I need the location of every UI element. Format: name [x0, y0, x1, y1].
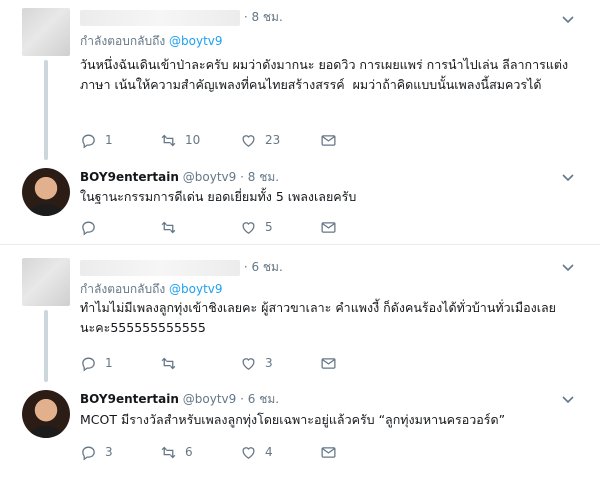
tweet-header: · 6 ชม. — [80, 258, 283, 277]
tweet-text: ในฐานะกรรมการดีเด่น ยอดเยี่ยมทั้ง 5 เพลง… — [80, 189, 357, 204]
like-count: 5 — [265, 220, 273, 234]
tweet-actions: 5 — [80, 217, 420, 237]
chevron-down-icon[interactable] — [562, 174, 574, 184]
thread-line — [44, 310, 48, 382]
retweet-button[interactable] — [160, 217, 185, 237]
author-handle[interactable]: @boytv9 — [183, 392, 237, 406]
envelope-icon — [321, 221, 336, 233]
replying-to: กำลังตอบกลับถึง @boytv9 — [80, 32, 223, 51]
heart-icon — [242, 357, 255, 370]
author-name-blurred[interactable] — [80, 9, 240, 26]
tweet-answer-2[interactable]: BOY9entertain @boytv9 · 6 ชม. MCOT มีราง… — [0, 382, 600, 477]
author-name[interactable]: BOY9entertain — [80, 392, 179, 406]
reply-icon — [82, 134, 95, 149]
tweet-text: วันหนึ่งฉันเดินเข้าป่าละครับ ผมว่าดังมาก… — [80, 57, 569, 92]
tweet-actions: 3 6 4 — [80, 442, 420, 462]
mention-link[interactable]: @boytv9 — [169, 34, 223, 48]
reply-icon — [82, 221, 95, 236]
author-handle[interactable]: @boytv9 — [183, 170, 237, 184]
like-count: 3 — [265, 356, 273, 370]
replying-prefix: กำลังตอบกลับถึง — [80, 34, 166, 48]
heart-icon — [242, 221, 255, 234]
tweet-header: · 8 ชม. — [80, 8, 283, 27]
reply-button[interactable]: 3 — [80, 442, 113, 462]
tweet-actions: 1 10 23 — [80, 130, 420, 150]
avatar-boy9entertain[interactable] — [22, 168, 70, 216]
dm-button[interactable] — [320, 442, 337, 462]
avatar-boy9entertain[interactable] — [22, 390, 70, 438]
like-count: 4 — [265, 445, 273, 459]
chevron-down-icon[interactable] — [562, 16, 574, 26]
heart-icon — [242, 446, 255, 459]
dm-button[interactable] — [320, 130, 337, 150]
envelope-icon — [321, 446, 336, 458]
retweet-count: 10 — [185, 133, 201, 147]
replying-prefix: กำลังตอบกลับถึง — [80, 282, 166, 296]
timestamp[interactable]: · 6 ชม. — [244, 260, 283, 274]
thread-line — [44, 60, 48, 160]
reply-count: 1 — [105, 133, 113, 147]
timestamp[interactable]: · 6 ชม. — [240, 392, 279, 406]
timestamp[interactable]: · 8 ชม. — [244, 10, 283, 24]
tweet-header: BOY9entertain @boytv9 · 8 ชม. — [80, 168, 279, 187]
retweet-icon — [161, 357, 176, 369]
avatar-blurred[interactable] — [22, 8, 70, 56]
envelope-icon — [321, 357, 336, 369]
author-name-blurred[interactable] — [80, 259, 240, 276]
tweet-actions: 1 3 — [80, 353, 420, 373]
tweet-reply-2[interactable]: · 6 ชม. กำลังตอบกลับถึง @boytv9 ทำไมไม่ม… — [0, 250, 600, 382]
like-button[interactable]: 4 — [240, 442, 273, 462]
reply-count: 1 — [105, 356, 113, 370]
replying-to: กำลังตอบกลับถึง @boytv9 — [80, 280, 223, 299]
dm-button[interactable] — [320, 353, 337, 373]
author-name[interactable]: BOY9entertain — [80, 170, 179, 184]
tweet-text: ทำไมไม่มีเพลงลูกทุ่งเข้าชิงเลยคะ ผู้สาวข… — [80, 300, 557, 335]
tweet-reply-1[interactable]: · 8 ชม. กำลังตอบกลับถึง @boytv9 วันหนึ่ง… — [0, 0, 600, 160]
retweet-count: 6 — [185, 445, 193, 459]
heart-icon — [242, 134, 255, 147]
chevron-down-icon[interactable] — [562, 264, 574, 274]
reply-icon — [82, 446, 95, 461]
mention-link[interactable]: @boytv9 — [169, 282, 223, 296]
divider — [0, 244, 600, 245]
reply-icon — [82, 357, 95, 372]
avatar-blurred[interactable] — [22, 258, 70, 306]
like-button[interactable]: 23 — [240, 130, 280, 150]
reply-button[interactable]: 1 — [80, 130, 113, 150]
tweet-answer-1[interactable]: BOY9entertain @boytv9 · 8 ชม. ในฐานะกรรม… — [0, 160, 600, 244]
envelope-icon — [321, 134, 336, 146]
retweet-icon — [161, 134, 176, 146]
retweet-icon — [161, 221, 176, 233]
retweet-button[interactable]: 10 — [160, 130, 200, 150]
tweet-header: BOY9entertain @boytv9 · 6 ชม. — [80, 390, 279, 409]
retweet-icon — [161, 446, 176, 458]
reply-button[interactable]: 1 — [80, 353, 113, 373]
timestamp[interactable]: · 8 ชม. — [240, 170, 279, 184]
retweet-button[interactable] — [160, 353, 185, 373]
chevron-down-icon[interactable] — [562, 396, 574, 406]
like-count: 23 — [265, 133, 281, 147]
reply-count: 3 — [105, 445, 113, 459]
like-button[interactable]: 5 — [240, 217, 273, 237]
retweet-button[interactable]: 6 — [160, 442, 193, 462]
reply-button[interactable] — [80, 217, 105, 237]
like-button[interactable]: 3 — [240, 353, 273, 373]
tweet-text: MCOT มีรางวัลสำหรับเพลงลูกทุ่งโดยเฉพาะอย… — [80, 412, 506, 427]
dm-button[interactable] — [320, 217, 337, 237]
